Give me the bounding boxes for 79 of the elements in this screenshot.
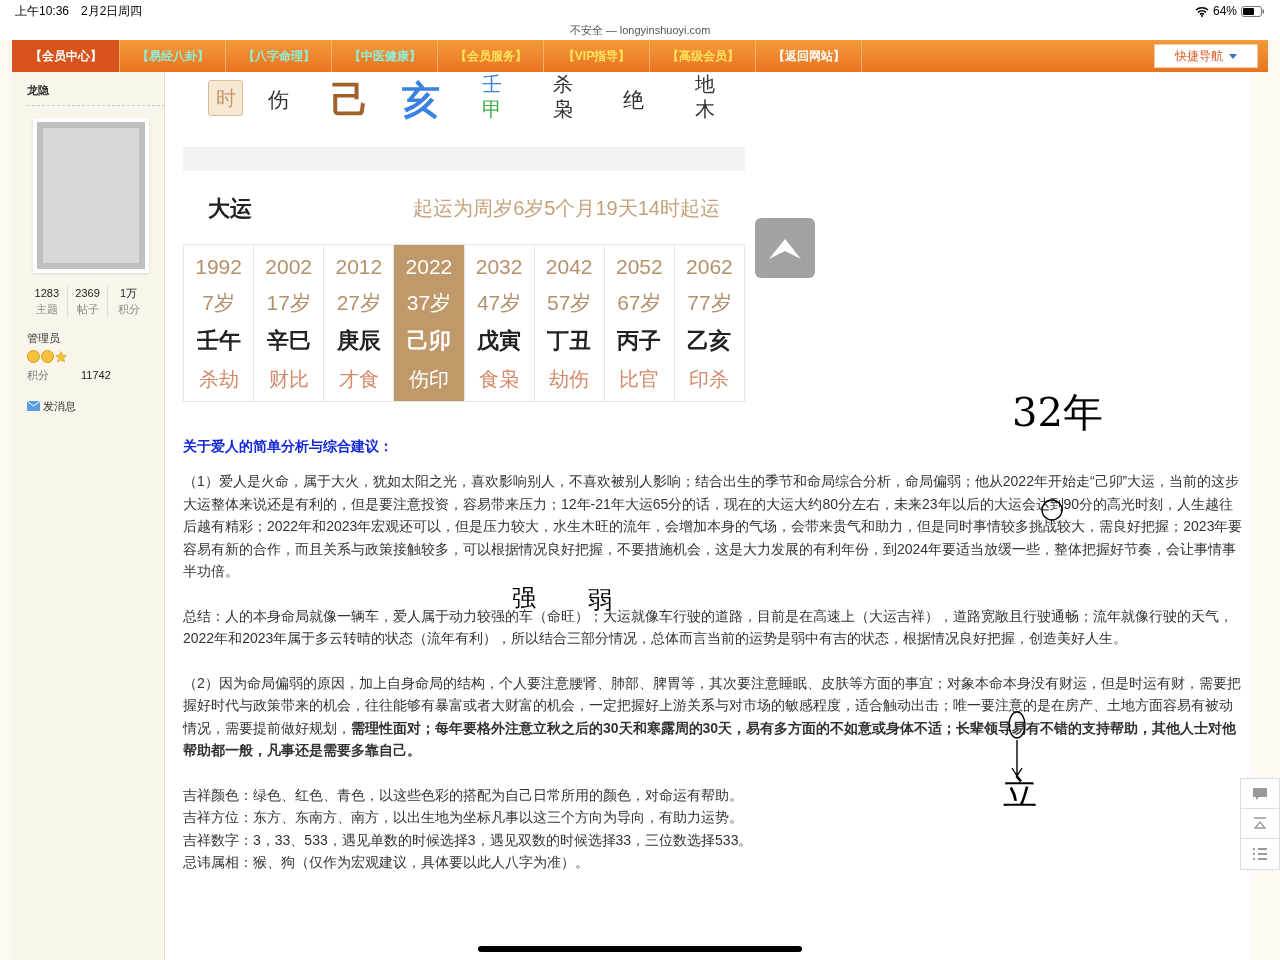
cycle-stem-branch: 乙亥 [687,327,732,355]
cycle-age: 37岁 [406,290,452,316]
cycle-ten-gods: 杀劫 [198,367,239,392]
pillar-character: 枭 [552,97,573,122]
cycle-year: 1992 [195,254,242,280]
points-value: 11742 [81,368,111,383]
cycle-ten-gods: 比官 [619,367,660,392]
cycle-stem-branch: 辛巳 [266,327,311,355]
section-title: 大运 [208,194,252,223]
cycle-year: 2032 [475,254,523,280]
analysis-heading: 关于爱人的简单分析与综合建议： [183,437,394,456]
cycle-age: 67岁 [617,290,662,316]
pillar-character: 伤 [268,87,289,113]
stat-label: 帖子 [76,302,99,317]
nav-link[interactable]: 【会员中心】 [12,40,120,72]
speech-bubble-icon [1252,786,1268,801]
star-icon [55,350,67,363]
status-date: 2月2日周四 [81,3,143,20]
cycle-year: 2012 [335,254,383,280]
cycle-ten-gods: 财比 [268,367,309,392]
cycle-age: 77岁 [687,290,732,316]
handwritten-note: 立 [1003,775,1037,809]
cycle-ten-gods: 印杀 [689,367,730,392]
quick-nav-button[interactable]: 快捷导航 [1154,44,1258,68]
handwritten-note: 32年 [1012,392,1103,432]
pillar-label: 时 [208,80,243,116]
stat-value: 2369 [75,285,100,301]
stat-value: 1万 [120,285,138,301]
points-label: 积分 [27,368,50,383]
pillar-character: 甲 [481,97,502,122]
cycle-age: 47岁 [476,290,522,316]
paragraph-text: 吉祥数字：3，33、533，遇见单数的时候选择3，遇见双数的时候选择33，三位数选择533。 [183,830,753,850]
pillar-character: 壬 [481,72,502,97]
handwritten-note: 强 [512,586,536,610]
cycle-ten-gods: 食枭 [479,367,520,392]
cycle-age: 17岁 [266,290,311,316]
cycle-age: 27岁 [336,290,381,316]
caret-icon [1229,53,1237,59]
envelope-icon [27,400,40,411]
cycle-year: 2002 [265,254,313,280]
pillar-character: 木 [694,97,715,122]
cycle-year: 2062 [686,254,733,280]
cycle-stem-branch: 戊寅 [477,327,522,355]
pillar-character: 绝 [623,87,644,113]
scroll-top-button[interactable] [755,218,815,278]
pillar-character: 地 [694,72,715,97]
stat-label: 积分 [117,302,140,317]
stat-value: 1283 [34,285,60,301]
user-group: 管理员 [27,329,149,346]
cycle-stem-branch: 庚辰 [336,327,381,355]
back-to-top-icon [1253,817,1267,830]
luck-cycle-column[interactable]: 2022 37岁 己卯 伤印 [394,245,465,401]
stat-label: 主题 [35,302,58,317]
status-time: 上午10:36 [15,3,70,20]
pillar-character: 己 [330,78,369,122]
pillar-character: 杀 [552,72,573,97]
cycle-stem-branch: 丙子 [617,327,662,355]
address-bar[interactable]: 不安全 — longyinshuoyi.com [569,22,711,39]
cycle-stem-branch: 己卯 [406,327,451,355]
cycle-year: 2052 [615,254,663,280]
start-age-note: 起运为周岁6岁5个月19天14时起运 [413,196,720,221]
cycle-stem-branch: 丁丑 [547,327,592,355]
paragraph-text: 吉祥方位：东方、东南方、南方，以出生地为坐标凡事以这三个方向为导向，有助力运势。 [183,808,743,827]
paragraph-text: 忌讳属相：猴、狗（仅作为宏观建议，具体要以此人八字为准）。 [183,853,589,872]
cycle-age: 57岁 [547,290,592,316]
cycle-ten-gods: 伤印 [408,367,449,392]
list-icon [1252,848,1268,860]
battery-icon [1241,5,1265,17]
send-message-link[interactable]: 发消息 [27,397,149,414]
battery-level: 64% [1212,3,1237,20]
cycle-ten-gods: 才食 [338,367,379,392]
cycle-stem-branch: 壬午 [196,327,241,355]
paragraph-text: 吉祥颜色：绿色、红色、青色，以这些色彩的搭配为自己日常所用的颜色，对命运有帮助。 [183,785,743,805]
pillar-character: 亥 [401,78,440,122]
cycle-year: 2022 [405,254,453,280]
cycle-age: 7岁 [202,290,235,316]
cycle-year: 2042 [545,254,593,280]
wifi-icon [1194,5,1209,17]
cycle-ten-gods: 劫伤 [549,367,590,392]
